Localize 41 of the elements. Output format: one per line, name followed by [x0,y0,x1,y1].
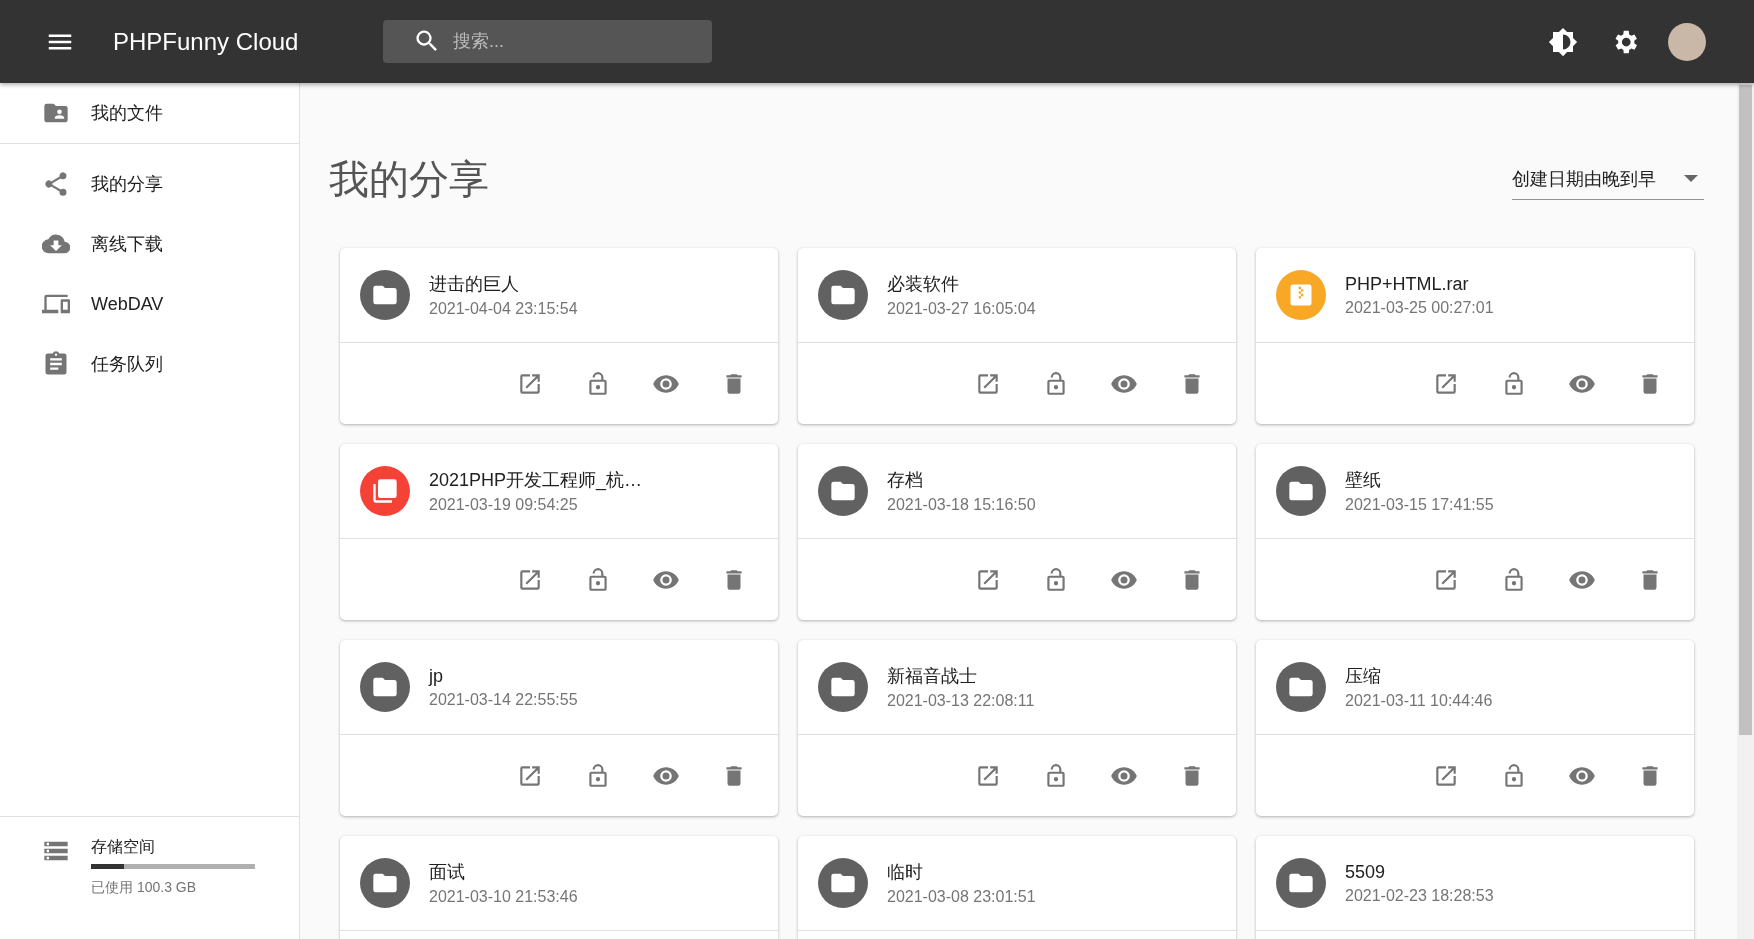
share-name[interactable]: 新福音战士 [887,664,1035,688]
share-name[interactable]: 2021PHP开发工程师_杭… [429,468,643,492]
share-date: 2021-03-08 23:01:51 [887,888,1036,906]
sidebar-item[interactable]: 任务队列 [0,334,299,394]
share-name[interactable]: 必装软件 [887,272,1036,296]
share-date: 2021-02-23 18:28:53 [1345,886,1494,905]
share-date: 2021-03-27 16:05:04 [887,300,1036,318]
share-name[interactable]: 5509 [1345,861,1494,883]
sidebar-item[interactable]: 我的文件 [0,83,299,143]
share-name[interactable]: PHP+HTML.rar [1345,273,1494,295]
share-date: 2021-03-13 22:08:11 [887,692,1035,710]
document-stack-icon [371,477,399,505]
share-name[interactable]: 临时 [887,860,1036,884]
caret-icon [1684,175,1698,182]
share-date: 2021-03-19 09:54:25 [429,496,579,514]
share-name[interactable]: 压缩 [1345,664,1493,688]
theme-toggle-button[interactable] [1548,26,1578,57]
share-date: 2021-03-14 22:55:55 [429,690,578,709]
share-date: 2021-03-15 17:41:55 [1345,496,1494,514]
share-date: 2021-03-18 15:16:50 [887,496,1036,514]
page-title: 我的分享 [329,155,489,203]
share-date: 2021-03-10 21:53:46 [429,888,578,906]
share-date: 2021-03-25 00:27:01 [1345,298,1494,317]
scrollbar[interactable] [1737,83,1754,939]
sidebar-item[interactable]: 我的分享 [0,154,299,214]
sort-dropdown[interactable]: 创建日期由晚到早 [1512,158,1704,200]
sidebar-item[interactable]: 离线下载 [0,214,299,274]
share-name[interactable]: 壁纸 [1345,468,1494,492]
storage-usage: 已使用 100.3 GB [91,879,198,897]
share-date: 2021-04-04 23:15:54 [429,300,578,318]
user-avatar[interactable] [1668,22,1706,61]
share-name[interactable]: 进击的巨人 [429,272,578,296]
storage-label: 存储空间 [91,837,156,857]
app-title: PHPFunny Cloud [113,27,300,56]
sidebar-item[interactable]: WebDAV [0,274,299,334]
brightness-icon [1548,26,1578,57]
share-name[interactable]: 面试 [429,860,578,884]
share-name[interactable]: 存档 [887,468,1036,492]
share-date: 2021-03-11 10:44:46 [1345,692,1493,710]
share-name[interactable]: jp [429,665,578,687]
search-field[interactable]: 搜索... [383,20,712,63]
